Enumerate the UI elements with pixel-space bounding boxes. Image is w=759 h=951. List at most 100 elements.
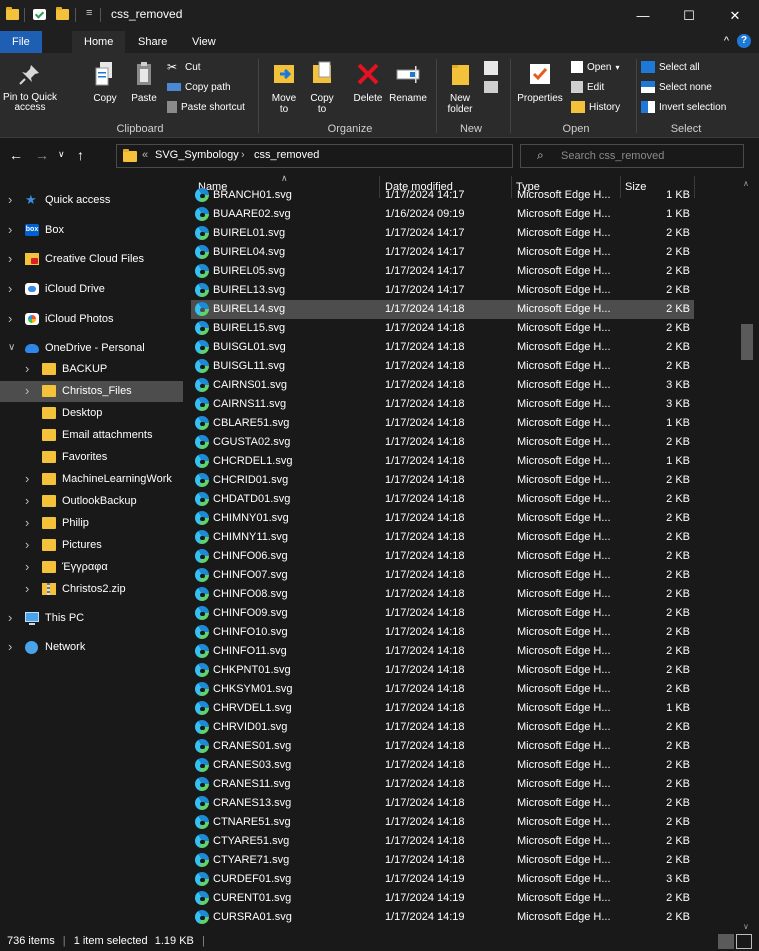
help-icon[interactable]: ?: [737, 34, 751, 48]
chevron-right-icon[interactable]: ›: [25, 559, 29, 574]
table-row[interactable]: BUISGL01.svg 1/17/2024 14:18 Microsoft Edg…: [191, 338, 694, 357]
pin-to-quick-access-button[interactable]: Pin to Quick access: [0, 59, 60, 113]
recent-locations-icon[interactable]: ∨: [58, 149, 65, 160]
column-divider[interactable]: [694, 176, 695, 198]
table-row[interactable]: CHRVID01.svg 1/17/2024 14:18 Microsoft Edg…: [191, 718, 694, 737]
sidebar-item-quick-access[interactable]: › ★ Quick access: [0, 190, 183, 211]
table-row[interactable]: BUIREL05.svg 1/17/2024 14:17 Microsoft Edg…: [191, 262, 694, 281]
sidebar-item-christos-files[interactable]: › Christos_Files: [0, 381, 183, 402]
table-row[interactable]: BUAARE02.svg 1/16/2024 09:19 Microsoft Edg…: [191, 205, 694, 224]
chevron-right-icon[interactable]: ›: [8, 639, 12, 654]
table-row[interactable]: CHKSYM01.svg 1/17/2024 14:18 Microsoft Edg…: [191, 680, 694, 699]
table-row[interactable]: CHIMNY11.svg 1/17/2024 14:18 Microsoft Edg…: [191, 528, 694, 547]
sidebar-item-favorites[interactable]: Favorites: [0, 447, 183, 468]
chevron-right-icon[interactable]: ›: [25, 471, 29, 486]
chevron-down-icon[interactable]: ∨: [8, 342, 15, 353]
sidebar-item-item-15[interactable]: › Έγγραφα: [0, 557, 183, 578]
chevron-right-icon[interactable]: ›: [25, 515, 29, 530]
table-row[interactable]: CHCRID01.svg 1/17/2024 14:18 Microsoft Edg…: [191, 471, 694, 490]
table-row[interactable]: BUIREL15.svg 1/17/2024 14:18 Microsoft Edg…: [191, 319, 694, 338]
table-row[interactable]: CHCRDEL1.svg 1/17/2024 14:18 Microsoft Edg…: [191, 452, 694, 471]
large-icons-view-icon[interactable]: [736, 934, 752, 949]
minimize-button[interactable]: —: [620, 0, 666, 31]
table-row[interactable]: CHINFO06.svg 1/17/2024 14:18 Microsoft Edg…: [191, 547, 694, 566]
easy-access-icon[interactable]: [484, 81, 498, 93]
sidebar-item-icloud-photos[interactable]: › iCloud Photos: [0, 309, 183, 330]
table-row[interactable]: CAIRNS11.svg 1/17/2024 14:18 Microsoft Edg…: [191, 395, 694, 414]
table-row[interactable]: CHINFO11.svg 1/17/2024 14:18 Microsoft Edg…: [191, 642, 694, 661]
table-row[interactable]: BUIREL13.svg 1/17/2024 14:17 Microsoft Edg…: [191, 281, 694, 300]
edit-button[interactable]: Edit: [571, 79, 604, 95]
sidebar-item-network[interactable]: › Network: [0, 637, 183, 658]
table-row[interactable]: CHRVDEL1.svg 1/17/2024 14:18 Microsoft Edg…: [191, 699, 694, 718]
sidebar-item-icloud-drive[interactable]: › iCloud Drive: [0, 279, 183, 300]
scroll-up-icon[interactable]: ∧: [743, 179, 749, 188]
chevron-right-icon[interactable]: ›: [8, 281, 12, 296]
sidebar-item-this-pc[interactable]: › This PC: [0, 608, 183, 629]
breadcrumb-separator[interactable]: ›: [241, 149, 245, 161]
sidebar-item-pictures[interactable]: › Pictures: [0, 535, 183, 556]
new-folder-button[interactable]: New folder: [440, 59, 480, 115]
table-row[interactable]: CHINFO10.svg 1/17/2024 14:18 Microsoft Edg…: [191, 623, 694, 642]
table-row[interactable]: BUISGL11.svg 1/17/2024 14:18 Microsoft Edg…: [191, 357, 694, 376]
close-button[interactable]: ✕: [712, 0, 758, 31]
customize-quick-access-icon[interactable]: ≡: [86, 7, 92, 19]
sidebar-item-email-attachments[interactable]: Email attachments: [0, 425, 183, 446]
chevron-right-icon[interactable]: ›: [25, 581, 29, 596]
details-view-icon[interactable]: [718, 934, 734, 949]
paste-shortcut-button[interactable]: Paste shortcut: [167, 99, 245, 115]
chevron-right-icon[interactable]: ›: [8, 222, 12, 237]
table-row[interactable]: CTYARE51.svg 1/17/2024 14:18 Microsoft Edg…: [191, 832, 694, 851]
table-row[interactable]: CHINFO08.svg 1/17/2024 14:18 Microsoft Edg…: [191, 585, 694, 604]
chevron-right-icon[interactable]: ›: [25, 383, 29, 398]
table-row[interactable]: CURSRA01.svg 1/17/2024 14:19 Microsoft Edg…: [191, 908, 694, 927]
copy-to-button[interactable]: Copy to: [304, 59, 340, 115]
table-row[interactable]: CBLARE51.svg 1/17/2024 14:18 Microsoft Edg…: [191, 414, 694, 433]
collapse-ribbon-icon[interactable]: ^: [724, 35, 729, 47]
table-row[interactable]: CRANES03.svg 1/17/2024 14:18 Microsoft Edg…: [191, 756, 694, 775]
table-row[interactable]: BUIREL01.svg 1/17/2024 14:17 Microsoft Edg…: [191, 224, 694, 243]
chevron-right-icon[interactable]: ›: [25, 537, 29, 552]
breadcrumb-css-removed[interactable]: css_removed: [254, 149, 319, 161]
table-row[interactable]: CAIRNS01.svg 1/17/2024 14:18 Microsoft Edg…: [191, 376, 694, 395]
chevron-right-icon[interactable]: ›: [8, 311, 12, 326]
sidebar-item-backup[interactable]: › BACKUP: [0, 359, 183, 380]
select-all-button[interactable]: Select all: [641, 59, 700, 75]
sidebar-item-creative-cloud-files[interactable]: › Creative Cloud Files: [0, 249, 183, 270]
maximize-button[interactable]: ☐: [666, 0, 712, 31]
rename-button[interactable]: Rename: [388, 59, 428, 104]
chevron-right-icon[interactable]: ›: [8, 192, 12, 207]
properties-quick-icon[interactable]: [33, 9, 46, 20]
new-folder-quick-icon[interactable]: [56, 7, 69, 20]
table-row[interactable]: BUIREL04.svg 1/17/2024 14:17 Microsoft Edg…: [191, 243, 694, 262]
sidebar-item-desktop[interactable]: Desktop: [0, 403, 183, 424]
open-button[interactable]: Open ▾: [571, 59, 619, 75]
sidebar-item-box[interactable]: › box Box: [0, 220, 183, 241]
copy-button[interactable]: Copy: [88, 59, 122, 104]
table-row[interactable]: CRANES01.svg 1/17/2024 14:18 Microsoft Edg…: [191, 737, 694, 756]
tab-file[interactable]: File: [0, 31, 42, 53]
table-row[interactable]: CHDATD01.svg 1/17/2024 14:18 Microsoft Edg…: [191, 490, 694, 509]
breadcrumb-overflow[interactable]: «: [142, 149, 148, 161]
chevron-right-icon[interactable]: ›: [8, 610, 12, 625]
table-row[interactable]: BRANCH01.svg 1/17/2024 14:17 Microsoft Edg…: [191, 186, 694, 205]
sidebar-item-onedrive-personal[interactable]: ∨ OneDrive - Personal: [0, 338, 183, 359]
table-row[interactable]: CRANES11.svg 1/17/2024 14:18 Microsoft Edg…: [191, 775, 694, 794]
table-row[interactable]: CHINFO07.svg 1/17/2024 14:18 Microsoft Edg…: [191, 566, 694, 585]
chevron-right-icon[interactable]: ›: [25, 361, 29, 376]
table-row[interactable]: CHKPNT01.svg 1/17/2024 14:18 Microsoft Edg…: [191, 661, 694, 680]
table-row[interactable]: CRANES13.svg 1/17/2024 14:18 Microsoft Edg…: [191, 794, 694, 813]
cut-button[interactable]: ✂ Cut: [167, 59, 201, 75]
table-row[interactable]: CHINFO09.svg 1/17/2024 14:18 Microsoft Edg…: [191, 604, 694, 623]
history-button[interactable]: History: [571, 99, 620, 115]
forward-arrow-icon[interactable]: →: [35, 147, 49, 163]
paste-button[interactable]: Paste: [126, 59, 162, 104]
table-row[interactable]: CURENT01.svg 1/17/2024 14:19 Microsoft Edg…: [191, 889, 694, 908]
back-arrow-icon[interactable]: ←: [9, 147, 23, 163]
sidebar-item-christos2-zip[interactable]: › Christos2.zip: [0, 579, 183, 600]
copy-path-button[interactable]: Copy path: [167, 79, 231, 95]
sidebar-item-philip[interactable]: › Philip: [0, 513, 183, 534]
table-row[interactable]: BUIREL14.svg 1/17/2024 14:18 Microsoft Edg…: [191, 300, 694, 319]
delete-button[interactable]: Delete: [350, 59, 386, 104]
table-row[interactable]: CGUSTA02.svg 1/17/2024 14:18 Microsoft Edg…: [191, 433, 694, 452]
